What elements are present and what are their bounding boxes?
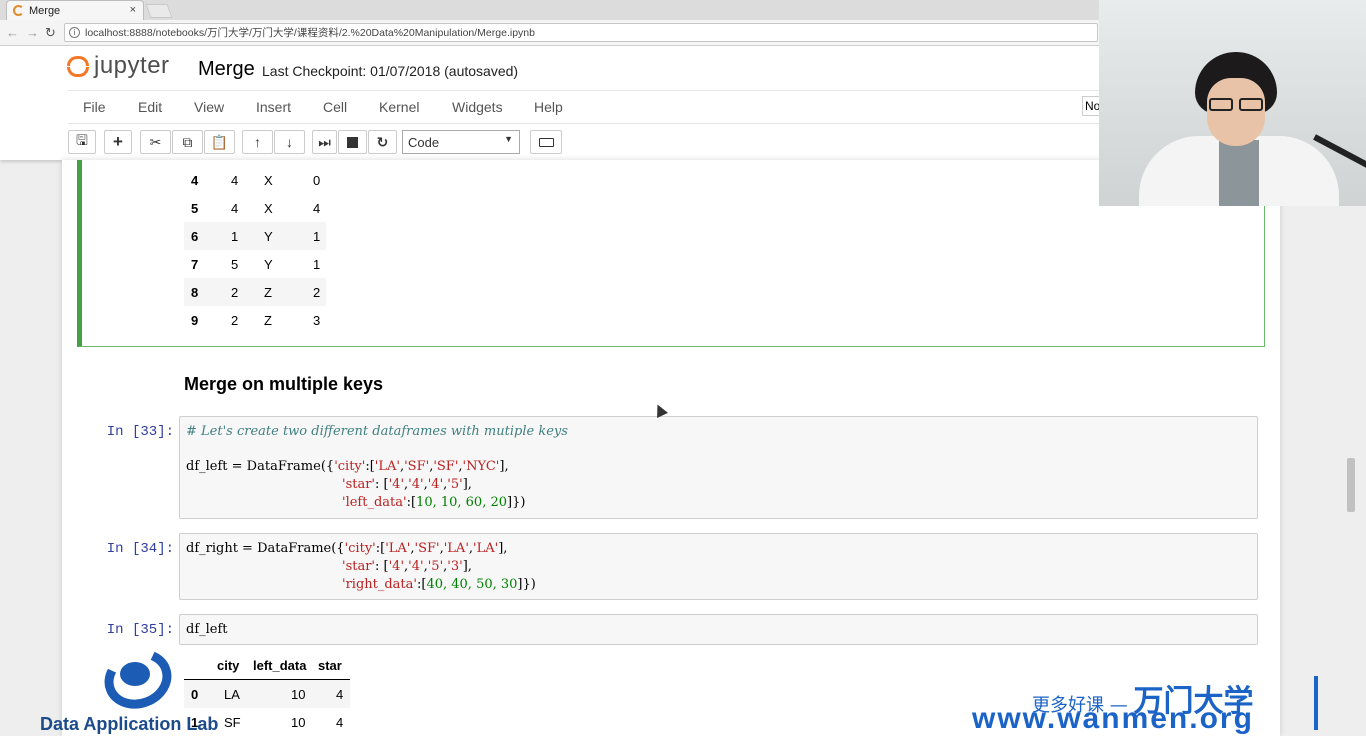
scissors-icon: ✂ [149, 133, 162, 150]
keyboard-icon [538, 137, 554, 147]
run-button[interactable]: ⏭ [312, 130, 337, 154]
column-header: star [318, 658, 342, 673]
restart-icon: ↻ [376, 133, 389, 150]
save-icon: 🖫 [76, 132, 88, 148]
table-row: 5 4 X 4 [191, 201, 321, 216]
webcam-overlay [1099, 0, 1366, 206]
forward-icon[interactable]: → [26, 25, 39, 40]
menu-view[interactable]: View [194, 99, 224, 115]
jupyter-logo-icon [66, 52, 90, 80]
cell-type-select[interactable]: Code ▼ [402, 130, 520, 154]
notebook-title[interactable]: Merge [198, 58, 255, 81]
loading-icon [13, 5, 24, 16]
restart-button[interactable]: ↻ [368, 130, 397, 154]
table-row: 4 4 X 0 [191, 173, 321, 188]
new-tab-button[interactable] [145, 4, 173, 18]
checkpoint-status: Last Checkpoint: 01/07/2018 (autosaved) [262, 63, 519, 79]
reload-icon[interactable]: ↻ [45, 25, 56, 41]
code-cell-34[interactable]: df_right = DataFrame({'city':['LA','SF',… [179, 533, 1258, 600]
table-row: 9 2 Z 3 [191, 313, 321, 328]
chevron-down-icon: ▼ [504, 134, 513, 144]
presenter-face [1207, 78, 1265, 146]
input-prompt: In [33]: [106, 424, 174, 440]
save-button[interactable]: 🖫 [68, 130, 96, 154]
plus-icon: + [113, 132, 123, 151]
tab-title: Merge [29, 4, 61, 17]
code-line: df_right = DataFrame({'city':['LA','SF',… [186, 541, 508, 556]
menubar: File Edit View Insert Cell Kernel Widget… [68, 90, 1108, 124]
url-text: localhost:8888/notebooks/万门大学/万门大学/课程资料/… [85, 27, 535, 39]
menu-help[interactable]: Help [534, 99, 563, 115]
code-line: 'star': ['4','4','5','3'], [342, 559, 472, 574]
menu-file[interactable]: File [83, 99, 106, 115]
menu-edit[interactable]: Edit [138, 99, 162, 115]
wanmen-watermark: 更多好课 — 万门大学 www.wanmen.org [972, 670, 1332, 736]
address-bar[interactable]: i localhost:8888/notebooks/万门大学/万门大学/课程资… [64, 23, 1098, 42]
browser-tab[interactable]: Merge × [6, 0, 144, 20]
watermark-url: www.wanmen.org [972, 702, 1254, 735]
code-cell-35[interactable]: df_left [179, 614, 1258, 645]
code-line: 'right_data':[40, 40, 50, 30]}) [342, 577, 536, 592]
presenter-inner-shirt [1219, 140, 1259, 206]
stop-icon [347, 136, 358, 148]
menu-widgets[interactable]: Widgets [452, 99, 503, 115]
paste-icon: 📋 [210, 133, 229, 150]
interrupt-button[interactable] [338, 130, 367, 154]
copy-icon: ⧉ [182, 133, 193, 150]
cell-type-value: Code [408, 134, 440, 150]
copy-button[interactable]: ⧉ [172, 130, 203, 154]
input-prompt: In [34]: [106, 541, 174, 557]
insert-cell-button[interactable]: + [104, 130, 132, 154]
jupyter-logo-text: jupyter [94, 52, 170, 79]
info-icon[interactable]: i [69, 27, 80, 38]
code-line: 'left_data':[10, 10, 60, 20]}) [342, 495, 526, 510]
table-row: 8 2 Z 2 [184, 278, 326, 306]
move-up-button[interactable]: ↑ [242, 130, 273, 154]
table-row: 6 1 Y 1 [184, 222, 326, 250]
data-application-lab-watermark: Data Application Lab [40, 640, 250, 736]
back-icon[interactable]: ← [6, 25, 19, 40]
arrow-down-icon: ↓ [286, 134, 293, 150]
code-comment: # Let's create two different dataframes … [186, 424, 568, 439]
step-forward-icon: ⏭ [318, 133, 331, 150]
watermark-divider [1314, 676, 1318, 730]
column-header: left_data [253, 658, 307, 673]
menu-insert[interactable]: Insert [256, 99, 291, 115]
watermark-text: Data Application Lab [40, 714, 219, 734]
close-tab-icon[interactable]: × [130, 4, 136, 16]
jupyter-logo[interactable]: jupyter [66, 52, 170, 80]
code-cell-33[interactable]: # Let's create two different dataframes … [179, 416, 1258, 519]
menu-cell[interactable]: Cell [323, 99, 347, 115]
command-palette-button[interactable] [530, 130, 562, 154]
glasses-icon [1207, 98, 1267, 112]
move-down-button[interactable]: ↓ [274, 130, 305, 154]
cut-button[interactable]: ✂ [140, 130, 171, 154]
scrollbar-thumb[interactable] [1347, 458, 1355, 512]
code-line: 'star': ['4','4','4','5'], [342, 477, 472, 492]
code-line: df_left [186, 622, 228, 637]
markdown-heading: Merge on multiple keys [184, 374, 384, 394]
code-line: df_left = DataFrame({'city':['LA','SF','… [186, 459, 509, 474]
menu-kernel[interactable]: Kernel [379, 99, 419, 115]
input-prompt: In [35]: [106, 622, 174, 638]
arrow-up-icon: ↑ [254, 134, 261, 150]
paste-button[interactable]: 📋 [204, 130, 235, 154]
table-row: 7 5 Y 1 [191, 257, 321, 272]
